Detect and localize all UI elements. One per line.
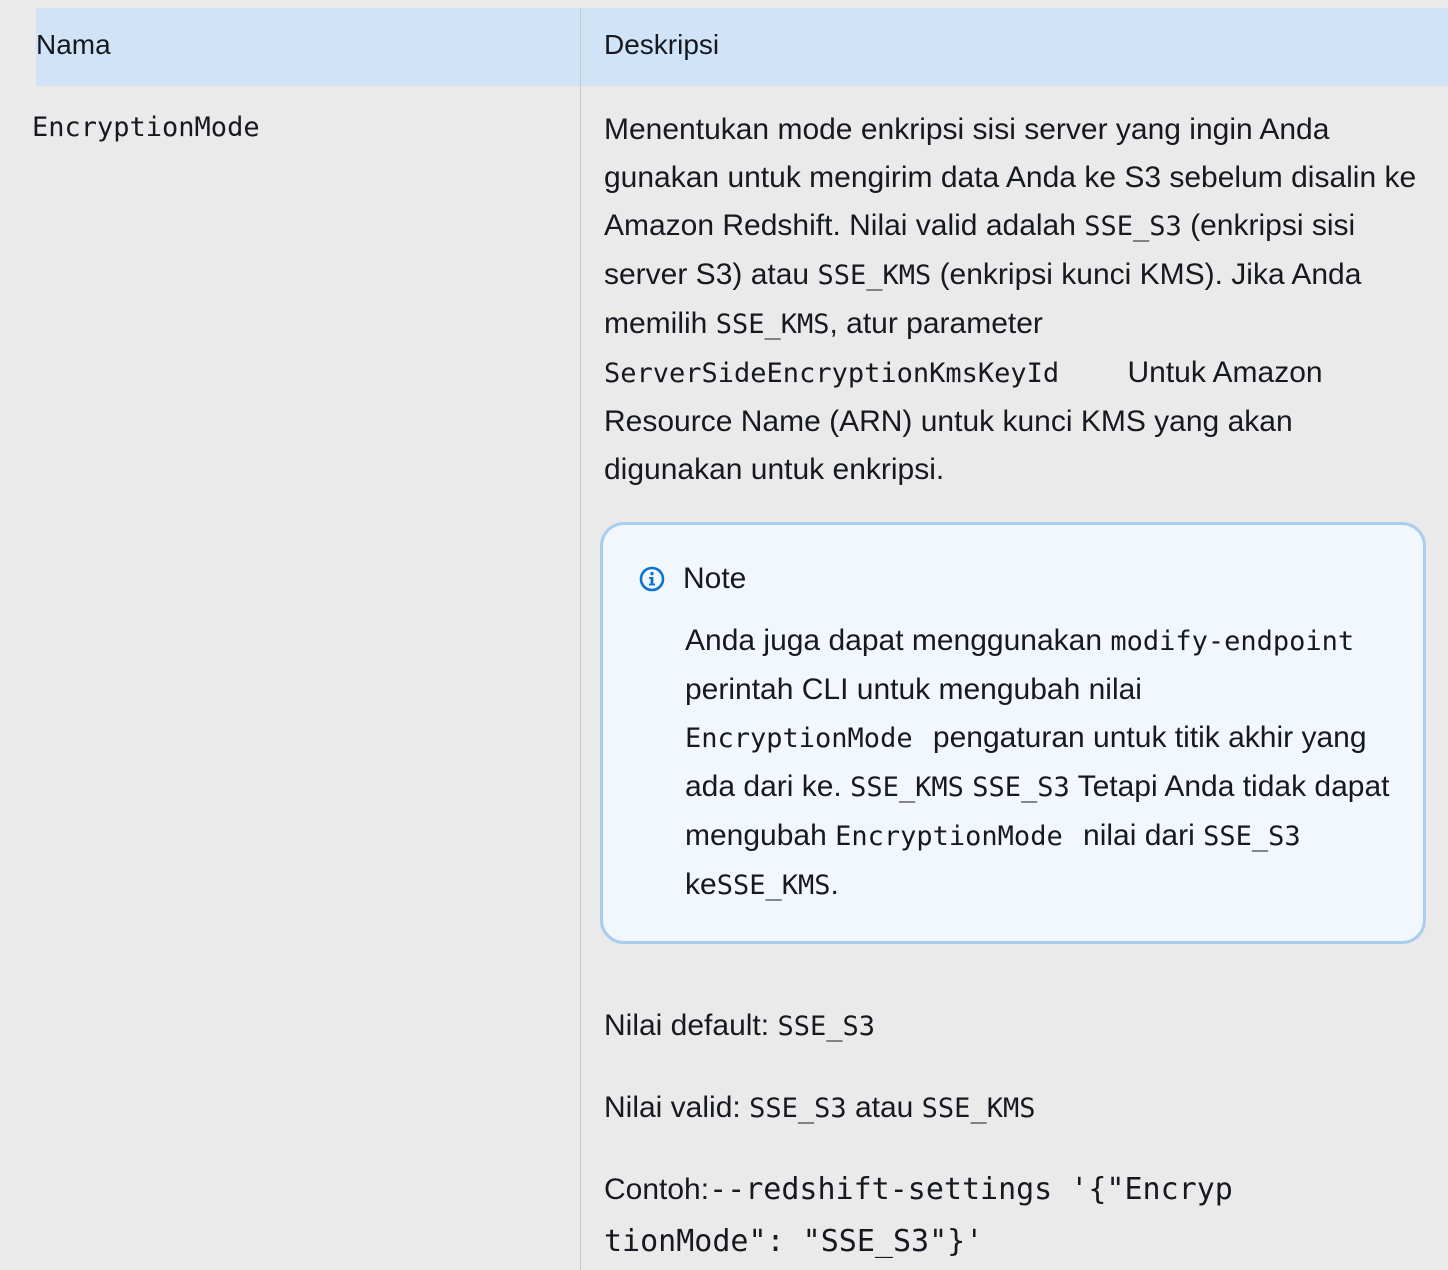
note-callout: Note Anda juga dapat menggunakan modify-…	[600, 522, 1426, 944]
parameter-description: Menentukan mode enkripsi sisi server yan…	[604, 106, 1434, 494]
inline-code: EncryptionMode	[835, 821, 1063, 852]
valid-value: SSE_S3	[749, 1093, 847, 1124]
valid-values-separator: atau	[846, 1091, 922, 1124]
table-header-row: Nama Deskripsi	[36, 8, 1448, 86]
column-header-name: Nama	[36, 29, 111, 60]
note-text: ke	[685, 868, 717, 901]
valid-value: SSE_KMS	[921, 1093, 1036, 1124]
note-title: Note	[683, 562, 747, 595]
description-paragraph: Menentukan mode enkripsi sisi server yan…	[604, 106, 1434, 494]
note-text: Anda juga dapat menggunakan	[685, 624, 1111, 657]
note-text: .	[830, 868, 839, 901]
note-header: Note	[639, 559, 746, 599]
default-value-label: Nilai default:	[604, 1009, 778, 1042]
inline-code: SSE_S3	[1084, 211, 1182, 242]
example-code-line: tionMode": "SSE_S3"}'	[604, 1224, 984, 1259]
example-label: Contoh:	[604, 1173, 710, 1206]
note-text: perintah CLI untuk mengubah nilai	[685, 673, 1142, 706]
default-value-line: Nilai default: SSE_S3	[604, 1002, 875, 1051]
note-body: Anda juga dapat menggunakan modify-endpo…	[685, 617, 1405, 910]
column-divider	[580, 8, 581, 1270]
description-text: , atur parameter	[829, 307, 1043, 340]
parameter-table: Nama Deskripsi EncryptionMode Menentukan…	[0, 0, 1448, 1270]
inline-code: EncryptionMode	[685, 723, 913, 754]
note-text: nilai dari	[1074, 819, 1204, 852]
parameter-name: EncryptionMode	[32, 112, 260, 143]
inline-code: modify-endpoint	[1110, 626, 1355, 657]
example-block: Contoh:--redshift-settings '{"Encryp tion…	[604, 1164, 1324, 1268]
column-header-description: Deskripsi	[604, 29, 720, 60]
valid-values-label: Nilai valid:	[604, 1091, 750, 1124]
valid-values-line: Nilai valid: SSE_S3 atau SSE_KMS	[604, 1084, 1035, 1133]
default-value: SSE_S3	[777, 1011, 875, 1042]
inline-code: SSE_S3	[1203, 821, 1301, 852]
inline-code: ServerSideEncryptionKmsKeyId	[604, 358, 1060, 389]
example-code-line: --redshift-settings '{"Encryp	[709, 1172, 1233, 1207]
inline-code: SSE_KMS	[850, 772, 964, 803]
inline-code: SSE_KMS	[817, 260, 932, 291]
info-icon	[639, 566, 665, 592]
inline-code: SSE_KMS	[716, 870, 831, 901]
inline-code: SSE_KMS	[715, 309, 830, 340]
inline-code: SSE_S3	[972, 772, 1070, 803]
